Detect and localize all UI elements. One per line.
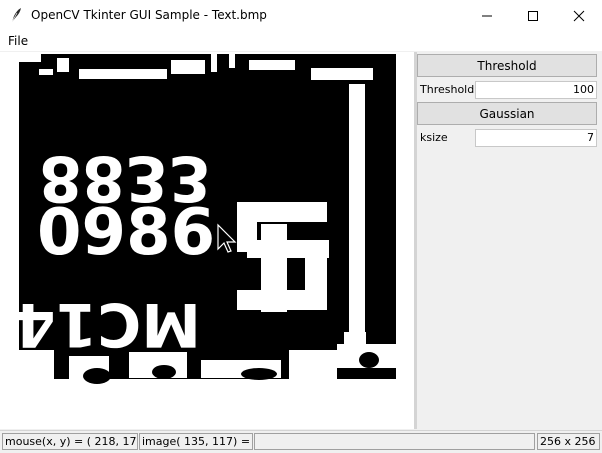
binarized-image: 8833 0986 MC14 bbox=[19, 54, 396, 403]
ksize-label: ksize bbox=[420, 131, 448, 144]
minimize-icon bbox=[482, 15, 492, 16]
menu-bar: File bbox=[0, 31, 602, 51]
status-pixel-value: image( 135, 117) = 0 bbox=[139, 433, 253, 450]
minimize-button[interactable] bbox=[464, 0, 510, 31]
image-view[interactable]: 8833 0986 MC14 bbox=[19, 54, 396, 403]
status-mouse-coords: mouse(x, y) = ( 218, 173) bbox=[2, 433, 138, 450]
close-icon bbox=[573, 10, 585, 21]
maximize-icon bbox=[528, 10, 538, 21]
status-image-size: 256 x 256 L bbox=[537, 433, 600, 450]
cursor-arrow-icon bbox=[217, 223, 237, 253]
image-text-row2: 0986 bbox=[37, 196, 215, 270]
close-button[interactable] bbox=[556, 0, 602, 31]
feather-icon bbox=[11, 8, 21, 23]
threshold-button[interactable]: Threshold bbox=[417, 54, 597, 77]
title-bar[interactable]: OpenCV Tkinter GUI Sample - Text.bmp bbox=[0, 0, 602, 31]
gaussian-button[interactable]: Gaussian bbox=[417, 102, 597, 125]
menu-file[interactable]: File bbox=[8, 34, 28, 48]
threshold-input[interactable]: 100 bbox=[475, 81, 597, 99]
ksize-row: ksize 7 bbox=[417, 129, 599, 147]
window-title: OpenCV Tkinter GUI Sample - Text.bmp bbox=[31, 8, 267, 22]
threshold-label: Threshold bbox=[420, 83, 475, 96]
image-text-row3: MC14 bbox=[19, 289, 201, 359]
status-empty bbox=[254, 433, 535, 450]
ksize-input[interactable]: 7 bbox=[475, 129, 597, 147]
maximize-button[interactable] bbox=[510, 0, 556, 31]
control-panel: Threshold Threshold 100 Gaussian ksize 7 bbox=[417, 52, 602, 429]
threshold-row: Threshold 100 bbox=[417, 81, 599, 99]
status-bar: mouse(x, y) = ( 218, 173) image( 135, 11… bbox=[0, 430, 602, 453]
